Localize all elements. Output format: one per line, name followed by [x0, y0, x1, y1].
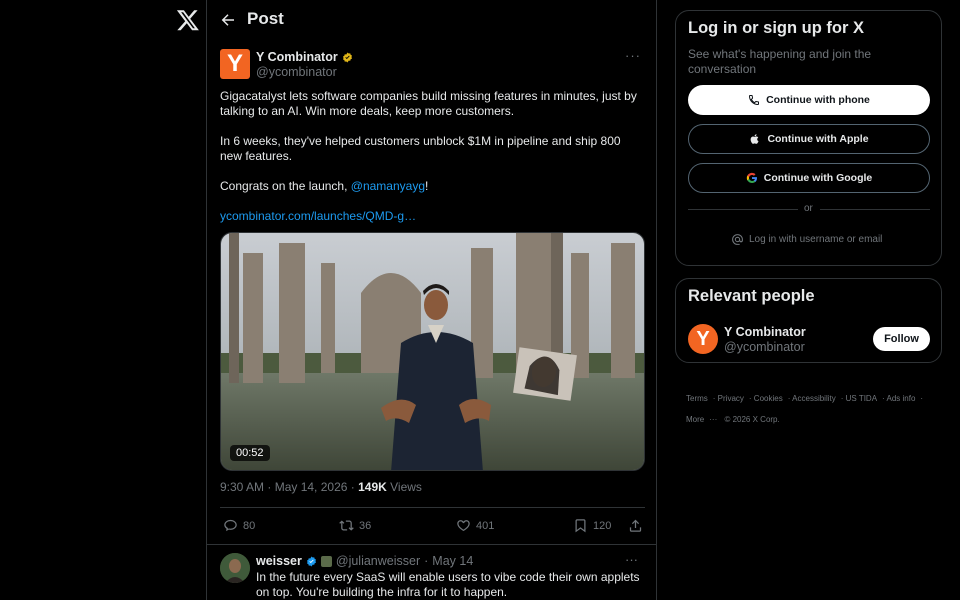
footer-adsinfo[interactable]: Ads info — [887, 394, 916, 403]
person-avatar[interactable]: Y — [688, 324, 718, 354]
footer-row-1: Terms · Privacy · Cookies · Accessibility · … — [686, 394, 924, 403]
or-line-right — [820, 209, 930, 210]
or-text: or — [804, 203, 813, 214]
affiliate-badge-icon — [320, 555, 332, 567]
video-player[interactable]: 00:52 — [220, 232, 645, 471]
follow-button[interactable]: Follow — [873, 327, 930, 351]
more-options-icon[interactable]: ··· — [625, 48, 641, 63]
views-count: 149K — [358, 480, 387, 494]
video-thumbnail[interactable] — [221, 233, 645, 471]
login-title: Log in or sign up for X — [688, 19, 864, 37]
repost-button[interactable]: 36 — [339, 518, 371, 533]
footer-privacy[interactable]: Privacy — [718, 394, 744, 403]
post-text-paragraph-3: Congrats on the launch, @namanyayg! — [220, 179, 640, 194]
reply-avatar[interactable] — [220, 553, 250, 583]
post-text-paragraph-2: In 6 weeks, they've helped customers unb… — [220, 134, 621, 163]
footer-links: Terms · Privacy · Cookies · Accessibility · … — [686, 388, 936, 430]
footer-copyright: © 2026 X Corp. — [724, 415, 780, 424]
heart-icon — [457, 520, 470, 531]
footer-cookies[interactable]: Cookies — [754, 394, 783, 403]
divider — [220, 507, 645, 508]
share-icon — [629, 519, 642, 532]
person-handle[interactable]: @ycombinator — [724, 340, 805, 354]
reply-date[interactable]: May 14 — [432, 554, 473, 568]
mention-link[interactable]: @namanyayg — [351, 179, 425, 193]
relevant-people-title: Relevant people — [688, 287, 815, 305]
post-actions: 80 36 401 120 — [220, 518, 645, 536]
or-line-left — [688, 209, 798, 210]
reply-text: In the future every SaaS will enable use… — [256, 570, 640, 599]
apple-icon — [751, 134, 759, 144]
back-arrow-icon[interactable] — [219, 11, 237, 29]
footer-ustida[interactable]: US TIDA — [846, 394, 877, 403]
author-name[interactable]: Y Combinator — [256, 50, 338, 64]
divider — [207, 544, 656, 545]
like-count: 401 — [476, 519, 495, 532]
app-root: Post Y Y Combinator @ycombinator ··· Gig… — [0, 0, 960, 600]
author-avatar[interactable]: Y — [220, 49, 250, 79]
author-name-row[interactable]: Y Combinator — [256, 50, 353, 64]
main-column: Post Y Y Combinator @ycombinator ··· Gig… — [206, 0, 657, 600]
reply-icon — [224, 519, 237, 532]
relevant-people-card: Relevant people Y Y Combinator @ycombina… — [675, 278, 942, 363]
post-date[interactable]: May 14, 2026 — [275, 480, 348, 494]
verified-blue-icon — [306, 555, 316, 567]
text-exclaim: ! — [425, 179, 429, 193]
continue-apple-label: Continue with Apple — [767, 133, 869, 145]
login-subtitle: See what's happening and join the conver… — [688, 47, 872, 76]
reply-author-name[interactable]: weisser — [256, 554, 302, 568]
bookmark-icon — [575, 519, 586, 533]
at-sign-icon — [732, 234, 743, 245]
post-time[interactable]: 9:30 AM — [220, 480, 264, 494]
reply-separator: · — [424, 554, 429, 568]
continue-phone-label: Continue with phone — [766, 94, 870, 106]
continue-phone-button[interactable]: Continue with phone — [688, 85, 930, 115]
left-nav — [0, 0, 206, 600]
reply-more-options-icon[interactable]: ··· — [625, 552, 638, 567]
reply-count: 80 — [243, 519, 256, 532]
footer-more-dots-icon[interactable]: ··· — [709, 415, 717, 424]
post-header: Post — [207, 0, 656, 40]
repost-icon — [339, 520, 354, 531]
like-button[interactable]: 401 — [456, 518, 494, 533]
post-text-paragraph-1: Gigacatalyst lets software companies bui… — [220, 89, 637, 118]
or-separator: or — [688, 203, 930, 215]
google-icon — [746, 172, 757, 183]
bookmark-button[interactable]: 120 — [573, 518, 611, 533]
footer-accessibility[interactable]: Accessibility — [792, 394, 836, 403]
reply-author-row: weisser @julianweisser · May 14 — [256, 554, 473, 568]
footer-terms[interactable]: Terms — [686, 394, 708, 403]
continue-apple-button[interactable]: Continue with Apple — [688, 124, 930, 154]
share-button[interactable] — [628, 518, 643, 533]
video-duration-badge: 00:52 — [230, 445, 270, 461]
reply-handle[interactable]: @julianweisser — [336, 554, 420, 568]
verified-gold-icon — [342, 51, 352, 63]
footer-more[interactable]: More — [686, 415, 704, 424]
footer-row-2: More ··· © 2026 X Corp. — [686, 409, 936, 430]
continue-google-label: Continue with Google — [763, 172, 873, 184]
page-title: Post — [247, 9, 284, 28]
continue-google-button[interactable]: Continue with Google — [688, 163, 930, 193]
author-handle[interactable]: @ycombinator — [256, 65, 337, 79]
views-label: Views — [390, 480, 422, 494]
post-meta: 9:30 AM · May 14, 2026 · 149K Views — [220, 480, 422, 494]
repost-count: 36 — [359, 519, 372, 532]
login-username-link[interactable]: Log in with username or email — [731, 233, 882, 246]
login-username-label: Log in with username or email — [749, 234, 883, 245]
login-card: Log in or sign up for X See what's happe… — [675, 10, 942, 266]
person-name[interactable]: Y Combinator — [724, 325, 806, 339]
reply-avatar-image — [220, 553, 250, 583]
reply-button[interactable]: 80 — [223, 518, 255, 533]
text-congrats: Congrats on the launch, — [220, 179, 351, 193]
bookmark-count: 120 — [593, 519, 612, 532]
x-logo-icon[interactable] — [176, 8, 200, 32]
phone-icon — [749, 95, 760, 106]
post-link[interactable]: ycombinator.com/launches/QMD-g… — [220, 209, 640, 224]
